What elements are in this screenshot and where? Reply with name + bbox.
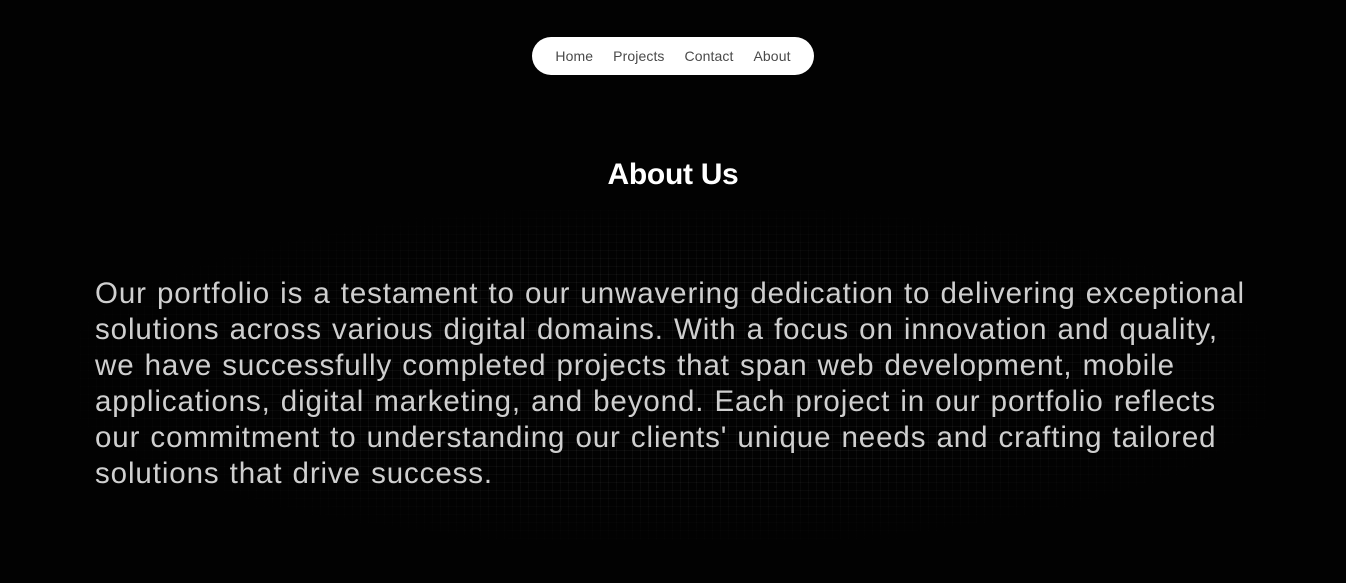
nav-projects-link[interactable]: Projects [613,48,664,64]
about-paragraph: Our portfolio is a testament to our unwa… [95,277,1245,490]
page-title: About Us [607,158,739,191]
nav-home-link[interactable]: Home [555,48,593,64]
page: Home Projects Contact About About Us Our… [0,0,1346,583]
nav-about-link[interactable]: About [753,48,790,64]
nav-contact-link[interactable]: Contact [685,48,734,64]
top-nav: Home Projects Contact About [532,37,814,75]
